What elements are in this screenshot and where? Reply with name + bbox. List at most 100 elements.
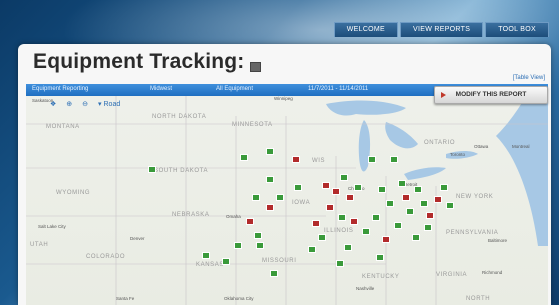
equipment-marker[interactable] [270, 270, 278, 277]
city-label: Salt Lake City [38, 224, 66, 229]
map-label: ONTARIO [424, 140, 456, 146]
equipment-marker[interactable] [294, 184, 302, 191]
map-label: MISSOURI [262, 258, 297, 264]
equipment-marker[interactable] [406, 208, 414, 215]
equipment-marker[interactable] [386, 200, 394, 207]
equipment-marker[interactable] [378, 186, 386, 193]
equipment-marker[interactable] [434, 196, 442, 203]
equipment-marker[interactable] [246, 218, 254, 225]
city-label: Denver [130, 236, 145, 241]
city-label: Toronto [450, 152, 466, 157]
city-label: Montreal [512, 144, 530, 149]
equipment-marker[interactable] [332, 188, 340, 195]
map-base [26, 96, 548, 305]
equipment-marker[interactable] [354, 184, 362, 191]
equipment-marker[interactable] [266, 148, 274, 155]
city-label: Oklahoma City [224, 296, 254, 301]
equipment-marker[interactable] [440, 184, 448, 191]
map-label: NEBRASKA [172, 212, 210, 218]
modify-report-button[interactable]: MODIFY THIS REPORT [434, 86, 548, 104]
equipment-marker[interactable] [426, 212, 434, 219]
equipment-marker[interactable] [266, 204, 274, 211]
equipment-marker[interactable] [254, 232, 262, 239]
equipment-marker[interactable] [202, 252, 210, 259]
equipment-marker[interactable] [394, 222, 402, 229]
equipment-marker[interactable] [350, 218, 358, 225]
city-label: Winnipeg [274, 96, 293, 101]
equipment-marker[interactable] [376, 254, 384, 261]
report-equipment: All Equipment [216, 86, 254, 92]
modify-report-label: MODIFY THIS REPORT [455, 91, 527, 98]
equipment-marker[interactable] [234, 242, 242, 249]
equipment-marker[interactable] [308, 246, 316, 253]
map-label: PENNSYLVANIA [446, 230, 499, 236]
equipment-marker[interactable] [362, 228, 370, 235]
map-label: MONTANA [46, 124, 80, 130]
page-title: Equipment Tracking: [33, 50, 245, 73]
equipment-marker[interactable] [276, 194, 284, 201]
lake-superior [326, 100, 406, 116]
equipment-marker[interactable] [266, 176, 274, 183]
lake-huron [385, 122, 418, 149]
equipment-marker[interactable] [148, 166, 156, 173]
map-label: NEW YORK [456, 194, 494, 200]
equipment-marker[interactable] [372, 214, 380, 221]
report-region: Midwest [150, 86, 173, 92]
equipment-marker[interactable] [322, 182, 330, 189]
city-label: Santa Fe [116, 296, 135, 301]
map-label: COLORADO [86, 254, 126, 260]
city-label: Saskatoon [32, 98, 54, 103]
equipment-marker[interactable] [340, 174, 348, 181]
zoom-in-icon[interactable]: ⊕ [66, 100, 72, 108]
equipment-marker[interactable] [292, 156, 300, 163]
equipment-marker[interactable] [338, 214, 346, 221]
city-label: Nashville [356, 286, 375, 291]
city-label: Baltimore [488, 238, 508, 243]
map-label: WYOMING [56, 190, 91, 196]
equipment-marker[interactable] [312, 220, 320, 227]
map-tools: ❖ ⊕ ⊖ ▾ Road [50, 100, 120, 108]
equipment-marker[interactable] [382, 236, 390, 243]
lake-erie [404, 167, 446, 180]
table-view-link[interactable]: [Table View] [513, 75, 545, 81]
equipment-marker[interactable] [368, 156, 376, 163]
equipment-marker[interactable] [412, 234, 420, 241]
atlantic-coast [496, 96, 548, 246]
equipment-marker[interactable] [318, 234, 326, 241]
road-view-label: Road [103, 101, 121, 108]
equipment-marker[interactable] [336, 260, 344, 267]
zoom-out-icon[interactable]: ⊖ [82, 100, 88, 108]
nav-tab-tool-box[interactable]: TOOL BOX [485, 22, 549, 37]
print-icon[interactable] [250, 62, 261, 72]
equipment-map[interactable]: ❖ ⊕ ⊖ ▾ Road MONTANA NORTH DAKOTA MINNES… [26, 96, 548, 305]
map-label: IOWA [292, 200, 311, 206]
map-label: UTAH [30, 242, 49, 248]
city-label: Omaha [226, 214, 241, 219]
equipment-marker[interactable] [446, 202, 454, 209]
equipment-marker[interactable] [256, 242, 264, 249]
equipment-marker[interactable] [222, 258, 230, 265]
map-label: NORTH [466, 296, 491, 302]
equipment-marker[interactable] [420, 200, 428, 207]
equipment-marker[interactable] [344, 244, 352, 251]
equipment-marker[interactable] [252, 194, 260, 201]
equipment-marker[interactable] [402, 194, 410, 201]
equipment-marker[interactable] [326, 204, 334, 211]
nav-tab-view-reports[interactable]: VIEW REPORTS [400, 22, 484, 37]
lake-michigan [358, 120, 371, 172]
city-label: Richmond [482, 270, 503, 275]
equipment-marker[interactable] [398, 180, 406, 187]
map-label: MINNESOTA [232, 122, 273, 128]
equipment-marker[interactable] [390, 156, 398, 163]
arrow-right-icon [441, 92, 446, 98]
map-label: SOUTH DAKOTA [154, 168, 209, 174]
equipment-marker[interactable] [346, 194, 354, 201]
map-label: NORTH DAKOTA [152, 114, 207, 120]
road-view-toggle[interactable]: ▾ Road [98, 100, 120, 108]
report-date-range: 11/7/2011 - 11/14/2011 [308, 86, 369, 92]
top-navigation: WELCOME VIEW REPORTS TOOL BOX [333, 22, 549, 37]
equipment-marker[interactable] [424, 224, 432, 231]
nav-tab-welcome[interactable]: WELCOME [333, 22, 399, 37]
equipment-marker[interactable] [240, 154, 248, 161]
equipment-marker[interactable] [414, 186, 422, 193]
